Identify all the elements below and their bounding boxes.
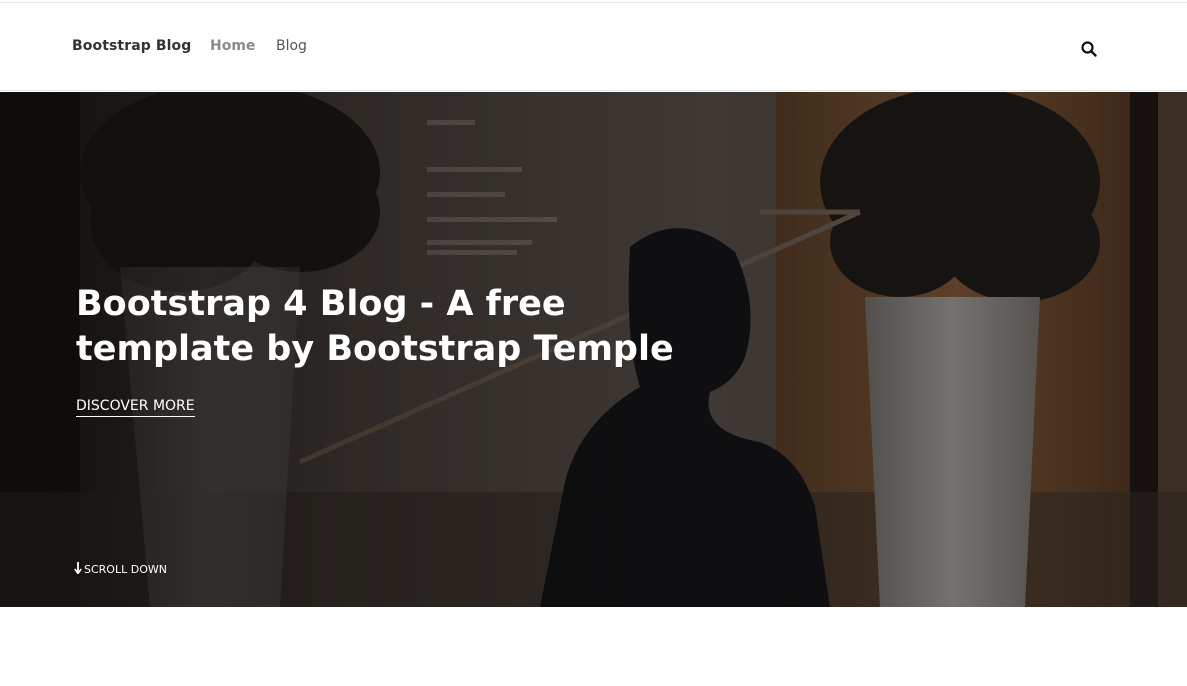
navbar: Bootstrap Blog Home Blog	[0, 3, 1187, 91]
scroll-down-label: SCROLL DOWN	[84, 563, 167, 576]
hero-section: Bootstrap 4 Blog - A free template by Bo…	[0, 92, 1187, 607]
arrow-down-icon	[74, 562, 84, 577]
nav-link-blog[interactable]: Blog	[276, 38, 307, 54]
nav-link-home[interactable]: Home	[210, 38, 255, 54]
scroll-down-link[interactable]: SCROLL DOWN	[74, 562, 167, 577]
hero-title: Bootstrap 4 Blog - A free template by Bo…	[76, 284, 674, 369]
brand-logo-link[interactable]: Bootstrap Blog	[72, 38, 191, 54]
discover-more-link[interactable]: DISCOVER MORE	[76, 398, 195, 417]
search-icon[interactable]	[1080, 40, 1098, 58]
